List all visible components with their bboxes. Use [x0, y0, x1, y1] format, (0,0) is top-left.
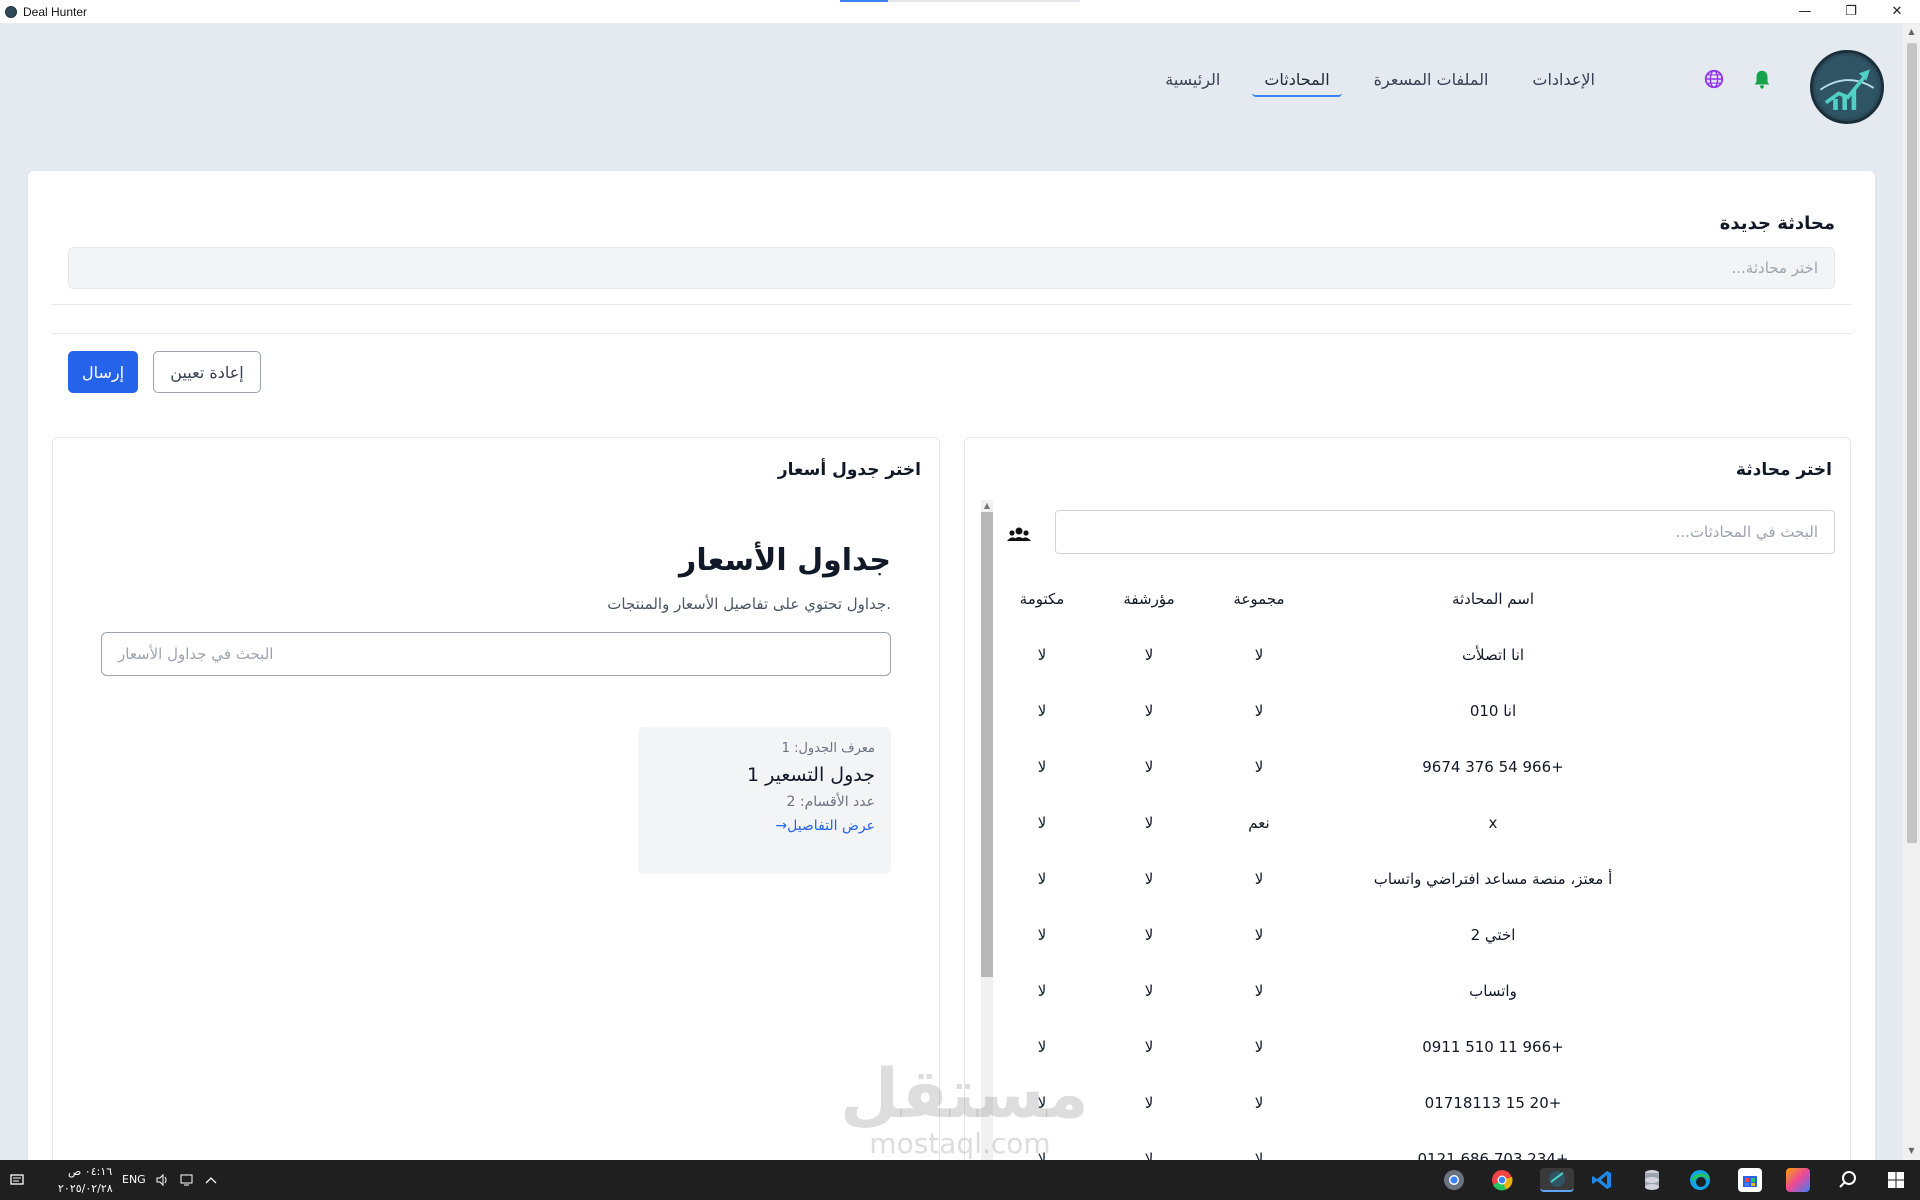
conversations-panel: اختر محادثة ▲ البحث في المحادثات... اسم …: [964, 437, 1851, 1200]
window-titlebar: Deal Hunter — ❐ ✕: [0, 0, 1920, 23]
bell-icon[interactable]: [1750, 67, 1774, 91]
divider: [52, 304, 1851, 305]
price-table-sections-count: عدد الأقسام: 2: [786, 794, 875, 810]
column-header: مكتومة: [1019, 590, 1065, 608]
start-icon[interactable]: [1884, 1168, 1908, 1192]
app-logo-icon: [5, 5, 17, 18]
users-group-icon[interactable]: [1006, 525, 1032, 545]
table-cell: لا: [1037, 1038, 1047, 1056]
send-button[interactable]: إرسال: [68, 351, 138, 393]
conversation-name-cell[interactable]: واتساب: [1323, 982, 1663, 1000]
chevron-up-icon[interactable]: [203, 1168, 219, 1192]
network-icon[interactable]: [178, 1168, 196, 1192]
conversation-name-cell[interactable]: x: [1323, 814, 1663, 832]
copilot-icon[interactable]: [1786, 1168, 1810, 1192]
conversation-name-cell[interactable]: انا 010: [1323, 702, 1663, 720]
globe-icon[interactable]: [1702, 67, 1726, 91]
edge-icon[interactable]: [1688, 1168, 1712, 1192]
conversation-name-cell[interactable]: انا اتصلأت: [1323, 646, 1663, 664]
chrome-alt-icon[interactable]: [1442, 1168, 1466, 1192]
taskbar: ٠٤:١٦ ص ٢٠٢٥/٠٢/٢٨ ENG: [0, 1160, 1920, 1200]
search-icon[interactable]: [1836, 1168, 1860, 1192]
price-tables-panel-title: اختر جدول أسعار: [777, 460, 921, 480]
store-icon[interactable]: [1738, 1168, 1762, 1192]
price-table-card[interactable]: معرف الجدول: 1 جدول التسعير 1 عدد الأقسا…: [638, 727, 891, 874]
taskbar-date[interactable]: ٢٠٢٥/٠٢/٢٨: [58, 1182, 113, 1195]
table-cell: لا: [1037, 758, 1047, 776]
table-cell: لا: [1037, 982, 1047, 1000]
language-indicator[interactable]: ENG: [122, 1173, 146, 1186]
deal-hunter-taskbar-icon[interactable]: [1540, 1168, 1574, 1192]
new-conversation-title: محادثة جديدة: [1719, 213, 1835, 234]
table-cell: لا: [1037, 1094, 1047, 1112]
table-cell: لا: [1037, 870, 1047, 888]
table-cell: لا: [1037, 814, 1047, 832]
volume-icon[interactable]: [154, 1168, 170, 1192]
table-cell: لا: [1037, 646, 1047, 664]
nav-link[interactable]: المحادثات: [1252, 66, 1342, 97]
taskbar-time[interactable]: ٠٤:١٦ ص: [68, 1165, 112, 1178]
close-button[interactable]: ✕: [1874, 0, 1920, 23]
loading-progress-fill: [840, 0, 888, 2]
vscode-icon[interactable]: [1590, 1168, 1614, 1192]
scroll-up-arrow-icon[interactable]: ▲: [981, 500, 993, 512]
nav-link[interactable]: الإعدادات: [1520, 66, 1607, 97]
scroll-up-icon[interactable]: ▲: [1903, 25, 1920, 39]
scroll-down-icon[interactable]: ▼: [1903, 1144, 1920, 1158]
conversations-panel-title: اختر محادثة: [1735, 460, 1832, 480]
notification-icon[interactable]: [8, 1168, 26, 1192]
conversation-select[interactable]: اختر محادثة...: [68, 247, 1835, 289]
conversation-name-cell[interactable]: +966 11 510 0911: [1323, 1038, 1663, 1056]
table-cell: لا: [1037, 702, 1047, 720]
window-scrollbar-thumb[interactable]: [1907, 43, 1917, 843]
conversation-name-cell[interactable]: اختي 2: [1323, 926, 1663, 944]
restore-button[interactable]: ❐: [1828, 0, 1874, 23]
main-card: محادثة جديدة اختر محادثة... إرسال إعادة …: [28, 171, 1875, 1200]
top-navigation: الرئيسية المحادثات الملفات المسعرة الإعدادا…: [0, 23, 1920, 135]
conversation-name-cell[interactable]: أ معتز، منصة مساعد افتراضي واتساب: [1323, 870, 1663, 888]
conversation-name-cell[interactable]: +20 15 01718113: [1323, 1094, 1663, 1112]
scrollbar-thumb[interactable]: [981, 512, 993, 977]
chrome-icon[interactable]: [1490, 1168, 1514, 1192]
divider: [52, 333, 1851, 334]
price-table-name: جدول التسعير 1: [746, 764, 875, 786]
price-tables-panel: اختر جدول أسعار جداول الأسعار جداول تحتو…: [52, 437, 940, 1197]
reset-button[interactable]: إعادة تعيين: [153, 351, 261, 393]
view-details-link[interactable]: عرض التفاصيل→: [654, 818, 875, 834]
loading-progress-bar: [840, 0, 1080, 2]
conversation-name-cell[interactable]: +966 54 376 9674: [1323, 758, 1663, 776]
column-header: اسم المحادثة: [1451, 590, 1535, 608]
deal-hunter-logo[interactable]: [1810, 50, 1884, 124]
price-tables-heading: جداول الأسعار: [679, 543, 891, 578]
nav-link[interactable]: الملفات المسعرة: [1362, 66, 1501, 97]
minimize-button[interactable]: —: [1782, 0, 1828, 23]
price-tables-search-input[interactable]: البحث في جداول الأسعار: [101, 632, 891, 676]
window-scrollbar[interactable]: ▲ ▼: [1903, 23, 1920, 1160]
nav-link[interactable]: الرئيسية: [1153, 66, 1232, 97]
table-cell: لا: [1037, 926, 1047, 944]
conversations-search-input[interactable]: البحث في المحادثات...: [1055, 510, 1835, 554]
window-title: Deal Hunter: [23, 4, 88, 19]
price-tables-subtitle: جداول تحتوي على تفاصيل الأسعار والمنتجات…: [607, 595, 891, 613]
database-icon[interactable]: [1640, 1168, 1664, 1192]
nav-links: الرئيسية المحادثات الملفات المسعرة الإعدادا…: [1153, 66, 1607, 97]
price-table-id: معرف الجدول: 1: [781, 741, 875, 756]
